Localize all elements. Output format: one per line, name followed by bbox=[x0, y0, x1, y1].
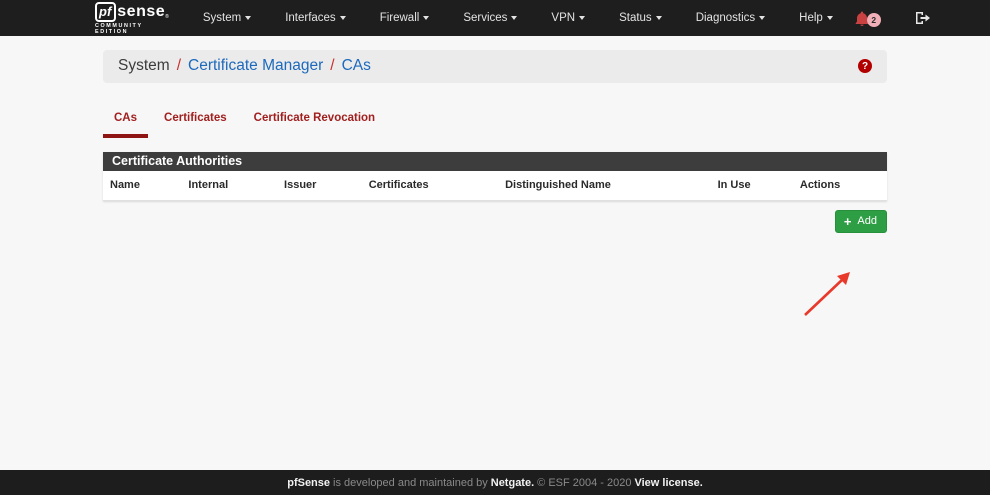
add-button[interactable]: + Add bbox=[835, 210, 887, 233]
add-button-label: Add bbox=[857, 215, 877, 227]
menu-interfaces[interactable]: Interfaces bbox=[273, 0, 358, 36]
tab-cas[interactable]: CAs bbox=[103, 104, 148, 138]
plus-icon: + bbox=[844, 216, 852, 227]
chevron-down-icon bbox=[759, 16, 765, 20]
tab-certificates[interactable]: Certificates bbox=[153, 104, 238, 138]
logo-edition: COMMUNITY EDITION bbox=[95, 23, 169, 35]
tab-bar: CAs Certificates Certificate Revocation bbox=[103, 104, 887, 138]
footer-view-license-link[interactable]: View license. bbox=[634, 477, 702, 489]
chevron-down-icon bbox=[340, 16, 346, 20]
column-header-issuer: Issuer bbox=[277, 171, 362, 201]
logo-registered-mark: ® bbox=[165, 14, 169, 20]
sign-out-icon[interactable] bbox=[915, 11, 931, 25]
logo-sense: sense bbox=[117, 3, 165, 21]
column-header-internal: Internal bbox=[181, 171, 277, 201]
breadcrumb-certificate-manager-link[interactable]: Certificate Manager bbox=[188, 57, 323, 75]
breadcrumb-separator: / bbox=[177, 57, 181, 75]
menu-vpn[interactable]: VPN bbox=[539, 0, 597, 36]
breadcrumb-separator: / bbox=[330, 57, 334, 75]
breadcrumb-system: System bbox=[118, 57, 170, 75]
chevron-down-icon bbox=[827, 16, 833, 20]
help-icon[interactable]: ? bbox=[858, 59, 872, 73]
column-header-actions: Actions bbox=[793, 171, 887, 201]
column-header-certificates: Certificates bbox=[362, 171, 498, 201]
notification-count-badge: 2 bbox=[867, 13, 881, 27]
chevron-down-icon bbox=[579, 16, 585, 20]
notifications-button[interactable]: 2 bbox=[855, 10, 881, 27]
column-header-distinguished-name: Distinguished Name bbox=[498, 171, 710, 201]
menu-firewall[interactable]: Firewall bbox=[368, 0, 442, 36]
panel-title: Certificate Authorities bbox=[103, 152, 887, 171]
pfsense-logo[interactable]: pf sense ® COMMUNITY EDITION bbox=[95, 2, 169, 35]
menu-help[interactable]: Help bbox=[787, 0, 845, 36]
certificate-authorities-table: Name Internal Issuer Certificates Distin… bbox=[103, 171, 887, 201]
certificate-authorities-panel: Certificate Authorities Name Internal Is… bbox=[103, 152, 887, 201]
chevron-down-icon bbox=[656, 16, 662, 20]
footer: pfSense is developed and maintained by N… bbox=[0, 470, 990, 495]
footer-copyright: © ESF 2004 - 2020 bbox=[537, 477, 631, 489]
main-menu: System Interfaces Firewall Services VPN … bbox=[191, 0, 855, 36]
column-header-in-use: In Use bbox=[711, 171, 793, 201]
chevron-down-icon bbox=[511, 16, 517, 20]
top-navbar: pf sense ® COMMUNITY EDITION System Inte… bbox=[0, 0, 990, 36]
menu-status[interactable]: Status bbox=[607, 0, 674, 36]
page-content: System / Certificate Manager / CAs ? CAs… bbox=[0, 50, 990, 484]
chevron-down-icon bbox=[423, 16, 429, 20]
menu-system[interactable]: System bbox=[191, 0, 263, 36]
breadcrumb: System / Certificate Manager / CAs ? bbox=[103, 50, 887, 83]
footer-text: is developed and maintained by bbox=[333, 477, 488, 489]
column-header-name: Name bbox=[103, 171, 181, 201]
annotation-arrow bbox=[795, 265, 865, 325]
tab-certificate-revocation[interactable]: Certificate Revocation bbox=[243, 104, 386, 138]
logo-pf: pf bbox=[95, 2, 116, 22]
menu-diagnostics[interactable]: Diagnostics bbox=[684, 0, 777, 36]
footer-netgate-link[interactable]: Netgate. bbox=[491, 477, 534, 489]
chevron-down-icon bbox=[245, 16, 251, 20]
table-header-row: Name Internal Issuer Certificates Distin… bbox=[103, 171, 887, 201]
footer-brand: pfSense bbox=[287, 477, 330, 489]
breadcrumb-cas-link[interactable]: CAs bbox=[342, 57, 371, 75]
menu-services[interactable]: Services bbox=[451, 0, 529, 36]
